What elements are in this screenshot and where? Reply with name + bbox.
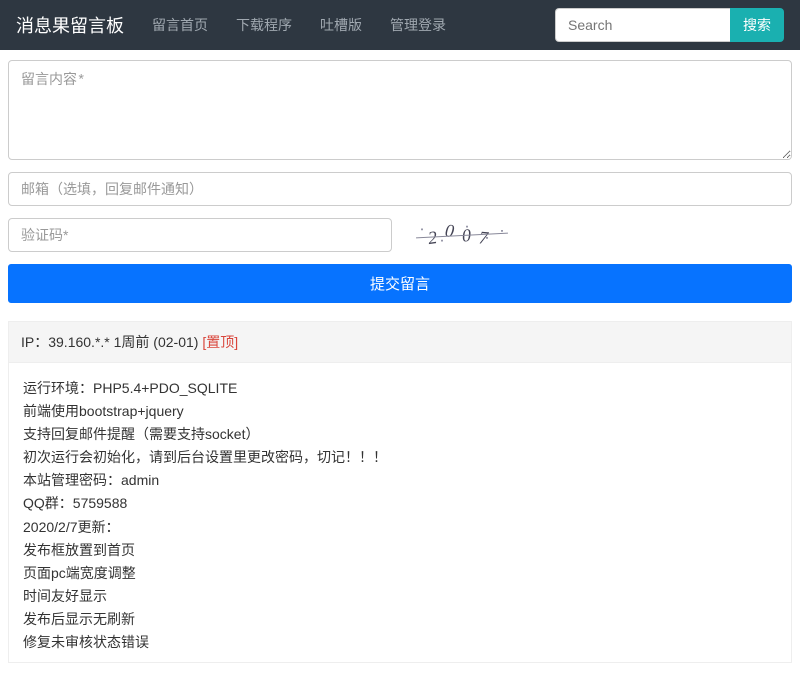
post-body-line: 发布框放置到首页 (23, 539, 777, 562)
captcha-image[interactable]: 2 0 0 7 (412, 221, 512, 249)
nav-link-tucao[interactable]: 吐槽版 (308, 0, 374, 50)
post-body-line: 时间友好显示 (23, 585, 777, 608)
post-body-line: QQ群：5759588 (23, 492, 777, 515)
post-meta-prefix: IP： (21, 334, 48, 350)
post-body: 运行环境：PHP5.4+PDO_SQLITE前端使用bootstrap+jque… (8, 363, 792, 663)
navbar: 消息果留言板 留言首页 下载程序 吐槽版 管理登录 搜索 (0, 0, 800, 50)
email-field[interactable] (8, 172, 792, 206)
post-body-line: 初次运行会初始化，请到后台设置里更改密码，切记！！！ (23, 446, 777, 469)
message-content-input[interactable] (8, 60, 792, 160)
post-body-line: 2020/2/7更新： (23, 516, 777, 539)
pin-badge: [置顶] (202, 334, 238, 350)
captcha-digit: 0 (444, 220, 463, 243)
main-container: 2 0 0 7 提交留言 IP：39.160.*.* 1周前 (02-01) [… (0, 50, 800, 673)
captcha-digit: 7 (478, 227, 497, 249)
captcha-digit: 0 (461, 224, 479, 246)
post-body-line: 发布后显示无刷新 (23, 608, 777, 631)
post-body-line: 支持回复邮件提醒（需要支持socket） (23, 423, 777, 446)
submit-button[interactable]: 提交留言 (8, 264, 792, 303)
post-ip: 39.160.*.* (48, 334, 110, 350)
post-body-line: 运行环境：PHP5.4+PDO_SQLITE (23, 377, 777, 400)
captcha-input[interactable] (8, 218, 392, 252)
search-group: 搜索 (555, 8, 784, 42)
search-button[interactable]: 搜索 (730, 8, 784, 42)
post-header: IP：39.160.*.* 1周前 (02-01) [置顶] (8, 321, 792, 363)
nav-link-home[interactable]: 留言首页 (140, 0, 220, 50)
search-input[interactable] (555, 8, 730, 42)
post-body-line: 页面pc端宽度调整 (23, 562, 777, 585)
nav-link-admin[interactable]: 管理登录 (378, 0, 458, 50)
post-time: 1周前 (02-01) (114, 334, 199, 350)
post-body-line: 本站管理密码：admin (23, 469, 777, 492)
site-brand: 消息果留言板 (16, 12, 124, 38)
post-body-line: 修复未审核状态错误 (23, 631, 777, 654)
post-body-line: 前端使用bootstrap+jquery (23, 400, 777, 423)
nav-link-download[interactable]: 下载程序 (224, 0, 304, 50)
